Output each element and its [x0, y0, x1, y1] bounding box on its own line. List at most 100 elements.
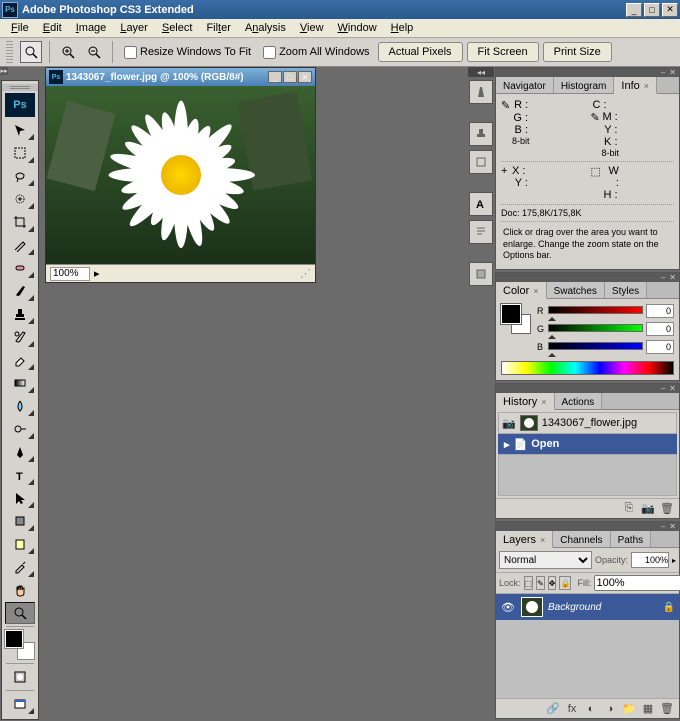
- current-tool-icon[interactable]: [20, 41, 42, 63]
- zoom-field[interactable]: 100%: [50, 267, 90, 281]
- color-swatch[interactable]: [501, 304, 531, 334]
- history-brush-tool[interactable]: [5, 326, 35, 348]
- adjustment-layer-icon[interactable]: ◑: [602, 701, 618, 717]
- canvas[interactable]: [46, 86, 315, 264]
- blue-input[interactable]: [646, 340, 674, 354]
- menu-filter[interactable]: Filter: [199, 20, 237, 36]
- new-doc-from-state-icon[interactable]: ⎘: [621, 501, 637, 517]
- tab-histogram[interactable]: Histogram: [554, 77, 615, 93]
- strip-paragraph-icon[interactable]: [469, 220, 493, 244]
- move-tool[interactable]: [5, 119, 35, 141]
- tools-grip[interactable]: [2, 84, 38, 91]
- doc-minimize-button[interactable]: _: [268, 71, 282, 83]
- quick-select-tool[interactable]: [5, 188, 35, 210]
- new-group-icon[interactable]: 📁: [621, 701, 637, 717]
- layer-background[interactable]: 👁 Background 🔒: [496, 594, 679, 620]
- red-slider[interactable]: [548, 306, 643, 316]
- zoom-in-icon[interactable]: [57, 42, 79, 62]
- layer-style-icon[interactable]: fx: [564, 701, 580, 717]
- menu-select[interactable]: Select: [155, 20, 200, 36]
- menu-image[interactable]: Image: [69, 20, 114, 36]
- dodge-tool[interactable]: [5, 418, 35, 440]
- panel-collapse-icon[interactable]: –: [661, 68, 665, 77]
- history-snapshot[interactable]: 📷 1343067_flower.jpg: [498, 412, 677, 434]
- menu-edit[interactable]: Edit: [36, 20, 69, 36]
- tab-swatches[interactable]: Swatches: [547, 282, 605, 298]
- tab-info[interactable]: Info×: [614, 77, 657, 94]
- screen-mode-icon[interactable]: [5, 693, 35, 715]
- heal-tool[interactable]: [5, 257, 35, 279]
- opacity-arrow-icon[interactable]: ▸: [672, 556, 676, 565]
- menu-layer[interactable]: Layer: [113, 20, 155, 36]
- delete-state-icon[interactable]: 🗑: [659, 501, 675, 517]
- new-layer-icon[interactable]: ▦: [640, 701, 656, 717]
- new-snapshot-icon[interactable]: 📷: [640, 501, 656, 517]
- tab-channels[interactable]: Channels: [553, 531, 610, 547]
- eraser-tool[interactable]: [5, 349, 35, 371]
- visibility-icon[interactable]: 👁: [500, 599, 516, 615]
- status-icon[interactable]: ▸: [94, 267, 100, 280]
- hand-tool[interactable]: [5, 579, 35, 601]
- delete-layer-icon[interactable]: 🗑: [659, 701, 675, 717]
- strip-brushes-icon[interactable]: [469, 80, 493, 104]
- green-slider[interactable]: [548, 324, 643, 334]
- blur-tool[interactable]: [5, 395, 35, 417]
- menu-view[interactable]: View: [293, 20, 331, 36]
- panel-close-icon[interactable]: ✕: [669, 273, 676, 282]
- shape-tool[interactable]: [5, 510, 35, 532]
- layer-mask-icon[interactable]: ◐: [583, 701, 599, 717]
- maximize-button[interactable]: □: [644, 3, 660, 17]
- history-state-open[interactable]: ▸ 📄 Open: [498, 434, 677, 454]
- strip-clone-icon[interactable]: [469, 122, 493, 146]
- lock-transparency-icon[interactable]: ⬚: [524, 576, 534, 590]
- tab-navigator[interactable]: Navigator: [496, 77, 554, 93]
- fill-input[interactable]: [594, 575, 680, 591]
- path-select-tool[interactable]: [5, 487, 35, 509]
- strip-tool-presets-icon[interactable]: [469, 150, 493, 174]
- panel-collapse-icon[interactable]: –: [661, 522, 665, 531]
- color-swatches[interactable]: [5, 630, 35, 660]
- panel-collapse-icon[interactable]: –: [661, 384, 665, 393]
- panel-close-icon[interactable]: ✕: [669, 522, 676, 531]
- lasso-tool[interactable]: [5, 165, 35, 187]
- marquee-tool[interactable]: [5, 142, 35, 164]
- slice-tool[interactable]: [5, 234, 35, 256]
- lock-position-icon[interactable]: ✥: [548, 576, 557, 590]
- panel-close-icon[interactable]: ✕: [669, 384, 676, 393]
- menu-analysis[interactable]: Analysis: [238, 20, 293, 36]
- document-titlebar[interactable]: Ps 1343067_flower.jpg @ 100% (RGB/8#) _ …: [46, 68, 315, 86]
- panel-collapse-icon[interactable]: –: [661, 273, 665, 282]
- fit-screen-button[interactable]: Fit Screen: [467, 42, 539, 62]
- tab-layers[interactable]: Layers×: [496, 531, 553, 548]
- lock-pixels-icon[interactable]: ✎: [536, 576, 545, 590]
- green-input[interactable]: [646, 322, 674, 336]
- resize-grip-icon[interactable]: ⋰: [300, 267, 311, 280]
- gradient-tool[interactable]: [5, 372, 35, 394]
- zoom-tool[interactable]: [5, 602, 35, 624]
- pen-tool[interactable]: [5, 441, 35, 463]
- crop-tool[interactable]: [5, 211, 35, 233]
- zoom-out-icon[interactable]: [83, 42, 105, 62]
- color-ramp[interactable]: [501, 361, 674, 375]
- quick-mask-icon[interactable]: [5, 666, 35, 688]
- resize-windows-checkbox[interactable]: Resize Windows To Fit: [124, 46, 251, 59]
- blue-slider[interactable]: [548, 342, 643, 352]
- strip-layer-comps-icon[interactable]: [469, 262, 493, 286]
- tab-close-icon[interactable]: ×: [644, 81, 649, 91]
- menu-window[interactable]: Window: [331, 20, 384, 36]
- menu-help[interactable]: Help: [384, 20, 421, 36]
- lock-all-icon[interactable]: 🔒: [559, 576, 571, 590]
- eyedropper-tool[interactable]: [5, 556, 35, 578]
- type-tool[interactable]: T: [5, 464, 35, 486]
- blend-mode-select[interactable]: Normal: [499, 551, 592, 569]
- tab-paths[interactable]: Paths: [611, 531, 652, 547]
- minimize-button[interactable]: _: [626, 3, 642, 17]
- strip-character-icon[interactable]: A: [469, 192, 493, 216]
- panel-close-icon[interactable]: ✕: [669, 68, 676, 77]
- workspace-grip[interactable]: ▸▸: [0, 67, 8, 75]
- notes-tool[interactable]: [5, 533, 35, 555]
- options-grip[interactable]: [6, 41, 13, 63]
- tab-actions[interactable]: Actions: [555, 393, 603, 409]
- doc-maximize-button[interactable]: □: [283, 71, 297, 83]
- tab-history[interactable]: History×: [496, 393, 555, 410]
